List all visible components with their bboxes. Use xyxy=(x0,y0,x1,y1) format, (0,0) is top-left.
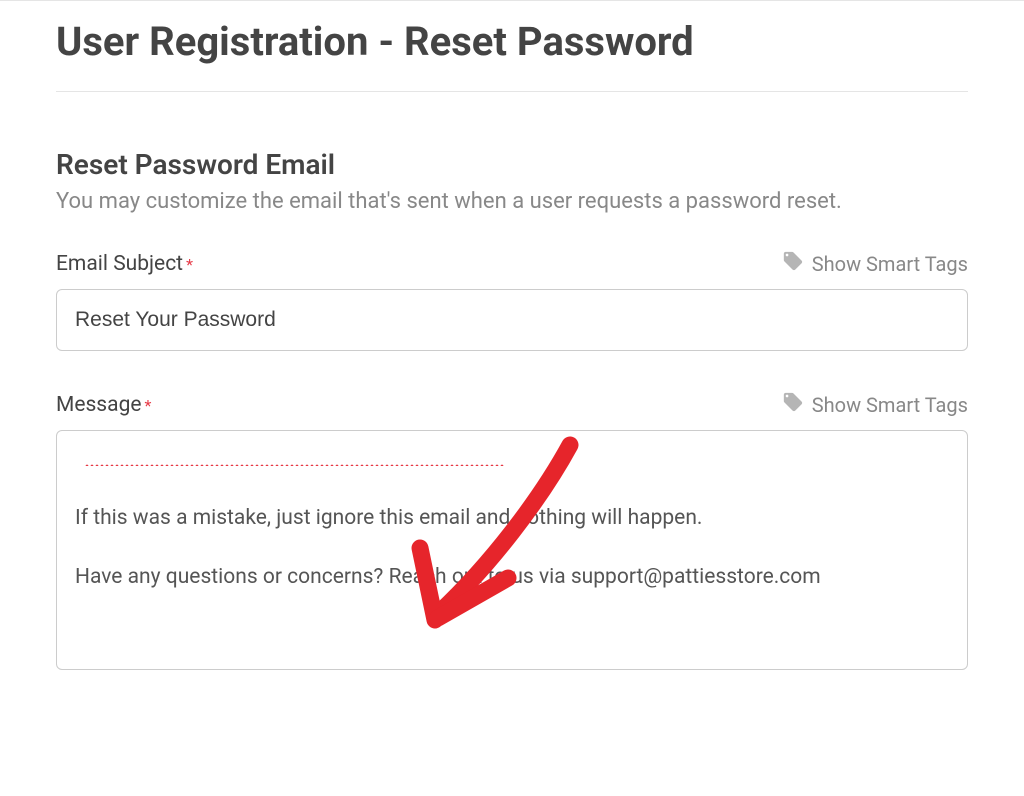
page-title: User Registration - Reset Password xyxy=(56,17,968,67)
section-title: Reset Password Email xyxy=(56,148,968,181)
show-smart-tags-button[interactable]: Show Smart Tags xyxy=(782,391,968,418)
message-textarea[interactable]: If this was a mistake, just ignore this … xyxy=(56,430,968,670)
show-smart-tags-label: Show Smart Tags xyxy=(812,252,968,276)
header-divider xyxy=(56,91,968,92)
required-indicator: * xyxy=(145,396,152,415)
message-row: Message* Show Smart Tags xyxy=(56,391,968,418)
top-divider xyxy=(0,0,1024,1)
section-description: You may customize the email that's sent … xyxy=(56,189,968,214)
show-smart-tags-button[interactable]: Show Smart Tags xyxy=(782,250,968,277)
message-line-2: Have any questions or concerns? Reach ou… xyxy=(75,562,949,592)
required-indicator: * xyxy=(186,255,193,274)
message-line-1: If this was a mistake, just ignore this … xyxy=(75,503,949,533)
email-subject-label: Email Subject xyxy=(56,252,183,276)
tag-icon xyxy=(782,391,804,418)
message-label: Message xyxy=(56,393,142,417)
tag-icon xyxy=(782,250,804,277)
message-truncated-tag xyxy=(85,452,505,466)
show-smart-tags-label: Show Smart Tags xyxy=(812,393,968,417)
email-subject-input[interactable] xyxy=(56,289,968,351)
main-container: User Registration - Reset Password Reset… xyxy=(0,17,1024,670)
email-subject-row: Email Subject* Show Smart Tags xyxy=(56,250,968,277)
